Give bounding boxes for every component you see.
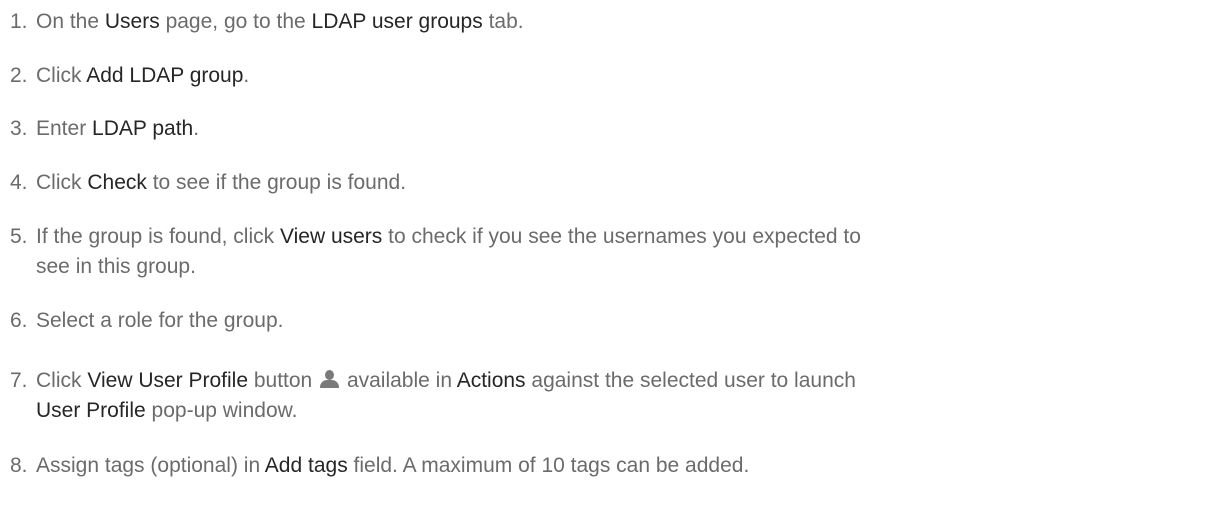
ui-term-add-ldap-group: Add LDAP group — [86, 64, 244, 87]
text-run: On the — [36, 10, 105, 33]
text-run: Assign tags (optional) in — [36, 454, 265, 477]
step-text: Click Add LDAP group. — [36, 60, 249, 91]
user-profile-icon — [320, 370, 340, 388]
step-text: Click View User Profile button available… — [36, 365, 856, 396]
text-run: . — [193, 117, 200, 140]
step-text: Enter LDAP path. — [36, 113, 199, 144]
step-number: 3. — [10, 117, 28, 140]
text-run: Enter — [36, 117, 93, 140]
text-run: to see if the group is found. — [146, 171, 407, 194]
text-run: against the selected user to launch — [525, 369, 856, 392]
ui-term-check: Check — [87, 171, 147, 194]
step-text: On the Users page, go to the LDAP user g… — [36, 6, 524, 37]
text-run: Click — [36, 64, 87, 87]
instruction-steps: 1. On the Users page, go to the LDAP use… — [0, 0, 1205, 514]
ui-term-view-users: View users — [279, 225, 383, 248]
step-number: 6. — [10, 309, 28, 332]
text-run: to check if you see the usernames you ex… — [382, 225, 861, 248]
step-number: 8. — [10, 454, 28, 477]
ui-term-users: Users — [104, 10, 160, 33]
step-number: 4. — [10, 171, 28, 194]
step-number: 7. — [10, 369, 28, 392]
step-text: User Profile pop-up window. — [36, 395, 297, 426]
step-text: see in this group. — [36, 251, 196, 282]
ui-term-user-profile: User Profile — [36, 399, 146, 422]
step-text: Assign tags (optional) in Add tags field… — [36, 450, 749, 481]
ui-term-add-tags: Add tags — [264, 454, 348, 477]
text-run: pop-up window. — [145, 399, 298, 422]
text-run: see in this group. — [36, 255, 196, 278]
ui-term-view-user-profile: View User Profile — [87, 369, 249, 392]
step-number: 5. — [10, 225, 28, 248]
text-run: button — [248, 369, 313, 392]
text-run: Click — [36, 171, 88, 194]
text-run: field. A maximum of 10 tags can be added… — [347, 454, 750, 477]
step-number: 1. — [10, 10, 28, 33]
step-text: Select a role for the group. — [36, 305, 283, 336]
text-run: available in — [346, 369, 457, 392]
text-run: . — [243, 64, 250, 87]
text-run: tab. — [482, 10, 524, 33]
text-run: Select a role for the group. — [36, 309, 284, 332]
ui-term-actions: Actions — [456, 369, 526, 392]
step-number: 2. — [10, 64, 28, 87]
step-text: Click Check to see if the group is found… — [36, 167, 406, 198]
ui-term-ldap-path: LDAP path — [92, 117, 194, 140]
text-run: page, go to the — [159, 10, 312, 33]
text-run: Click — [36, 369, 88, 392]
text-run: If the group is found, click — [36, 225, 280, 248]
step-text: If the group is found, click View users … — [36, 221, 861, 252]
ui-term-ldap-user-groups: LDAP user groups — [311, 10, 483, 33]
